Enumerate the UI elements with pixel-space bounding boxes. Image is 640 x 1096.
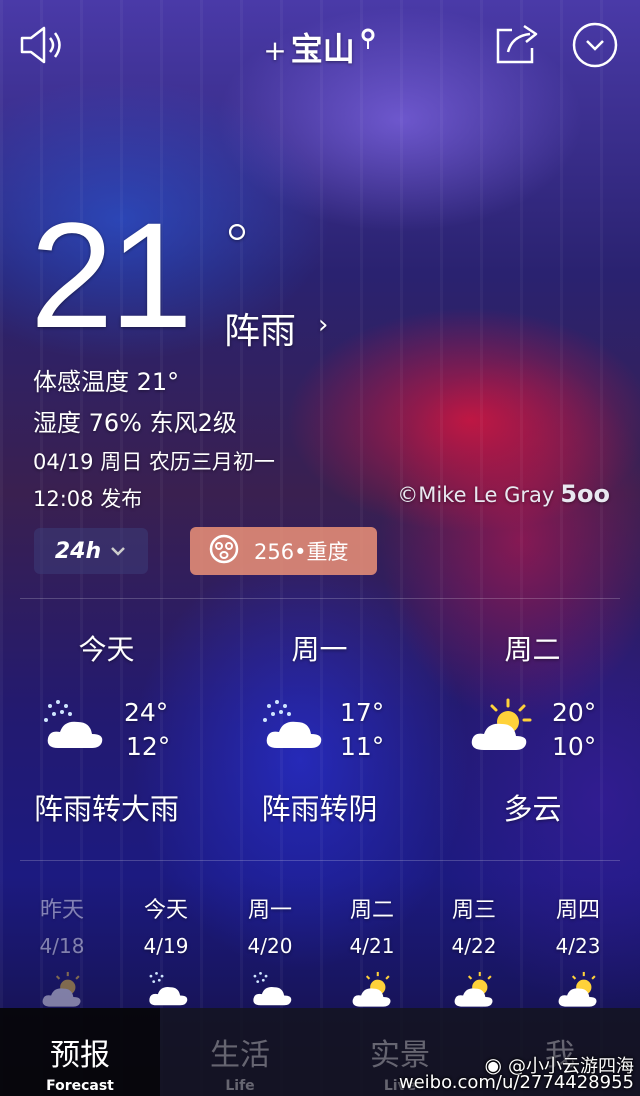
day-name: 周二 (504, 633, 561, 666)
chevron-down-icon (111, 547, 126, 556)
strip-day-name: 周四 (555, 898, 600, 923)
day-condition: 多云 (503, 792, 562, 826)
rain-cloud-icon (40, 698, 112, 758)
tab-label: 生活 (210, 1038, 270, 1073)
current-condition[interactable]: 阵雨 (224, 302, 296, 354)
tab-sublabel: Forecast (46, 1078, 114, 1094)
day-name: 今天 (78, 633, 135, 666)
high-temp: 24° (124, 698, 169, 727)
tab-life[interactable]: 生活 Life (160, 1008, 320, 1096)
daily-forecast-today[interactable]: 今天 24° 12° 阵雨转大雨 (0, 628, 213, 826)
day-condition: 阵雨转大雨 (33, 792, 179, 826)
strip-day-date: 4/20 (247, 934, 293, 958)
daily-forecast-tuesday[interactable]: 周二 20° 10° 多云 (426, 628, 639, 826)
high-temp: 20° (552, 698, 597, 727)
degree-symbol: ° (222, 212, 252, 282)
city-title[interactable]: + 宝山 (0, 24, 640, 70)
tab-label: 实景 (370, 1038, 430, 1073)
pollution-face-icon (208, 533, 240, 570)
strip-day-yesterday[interactable]: 昨天 4/18 (10, 892, 114, 1007)
low-temp: 12° (126, 732, 171, 761)
strip-day-thursday[interactable]: 周四 4/23 (526, 892, 630, 1007)
humidity-wind: 湿度 76% 东风2级 (33, 409, 237, 437)
section-divider (20, 860, 620, 861)
strip-day-date: 4/23 (555, 934, 601, 958)
500px-logo: 5oo (560, 480, 610, 508)
hours-toggle-button[interactable]: 24h (34, 528, 148, 574)
low-temp: 11° (340, 732, 385, 761)
strip-day-date: 4/18 (39, 934, 85, 958)
city-name: 宝山 (290, 30, 355, 68)
aqi-label: 256•重度 (254, 540, 349, 564)
strip-day-name: 今天 (143, 898, 188, 923)
air-quality-badge[interactable]: 256•重度 (190, 527, 377, 575)
partly-cloudy-icon (468, 698, 540, 758)
high-temp: 17° (340, 698, 385, 727)
strip-day-date: 4/19 (143, 934, 189, 958)
add-city-plus[interactable]: + (263, 34, 286, 67)
photo-credit: ©Mike Le Gray 5oo (397, 480, 610, 508)
strip-day-date: 4/21 (349, 934, 395, 958)
strip-day-date: 4/22 (451, 934, 497, 958)
day-name: 周一 (291, 633, 348, 666)
published-time: 12:08 发布 (33, 487, 143, 511)
section-divider (20, 598, 620, 599)
share-icon[interactable] (492, 20, 542, 70)
tab-label: 预报 (50, 1038, 110, 1073)
feels-like: 体感温度 21° (33, 368, 180, 396)
location-pin-icon (355, 28, 377, 68)
low-temp: 10° (552, 732, 597, 761)
strip-day-name: 周一 (247, 898, 292, 923)
rain-cloud-icon (259, 698, 331, 758)
day-condition: 阵雨转阴 (261, 792, 378, 826)
strip-day-name: 周二 (349, 898, 394, 923)
weibo-watermark-url: weibo.com/u/2774428955 (398, 1072, 634, 1093)
tab-forecast[interactable]: 预报 Forecast (0, 1008, 160, 1096)
daily-forecast-monday[interactable]: 周一 17° 11° 阵雨转阴 (213, 628, 426, 826)
strip-day-tuesday[interactable]: 周二 4/21 (320, 892, 424, 1007)
date-line: 04/19 周日 农历三月初一 (33, 450, 275, 474)
tab-sublabel: Life (225, 1078, 255, 1094)
hours-label: 24h (54, 538, 102, 564)
strip-day-name: 周三 (451, 898, 496, 923)
strip-day-today[interactable]: 今天 4/19 (114, 892, 218, 1006)
photo-credit-text: ©Mike Le Gray (397, 483, 555, 507)
current-temperature: 21 (30, 191, 193, 359)
strip-day-monday[interactable]: 周一 4/20 (218, 892, 322, 1006)
chevron-right-icon[interactable]: › (318, 310, 328, 340)
strip-day-name: 昨天 (39, 898, 84, 923)
strip-day-wednesday[interactable]: 周三 4/22 (422, 892, 526, 1007)
dropdown-menu-icon[interactable] (570, 20, 620, 70)
